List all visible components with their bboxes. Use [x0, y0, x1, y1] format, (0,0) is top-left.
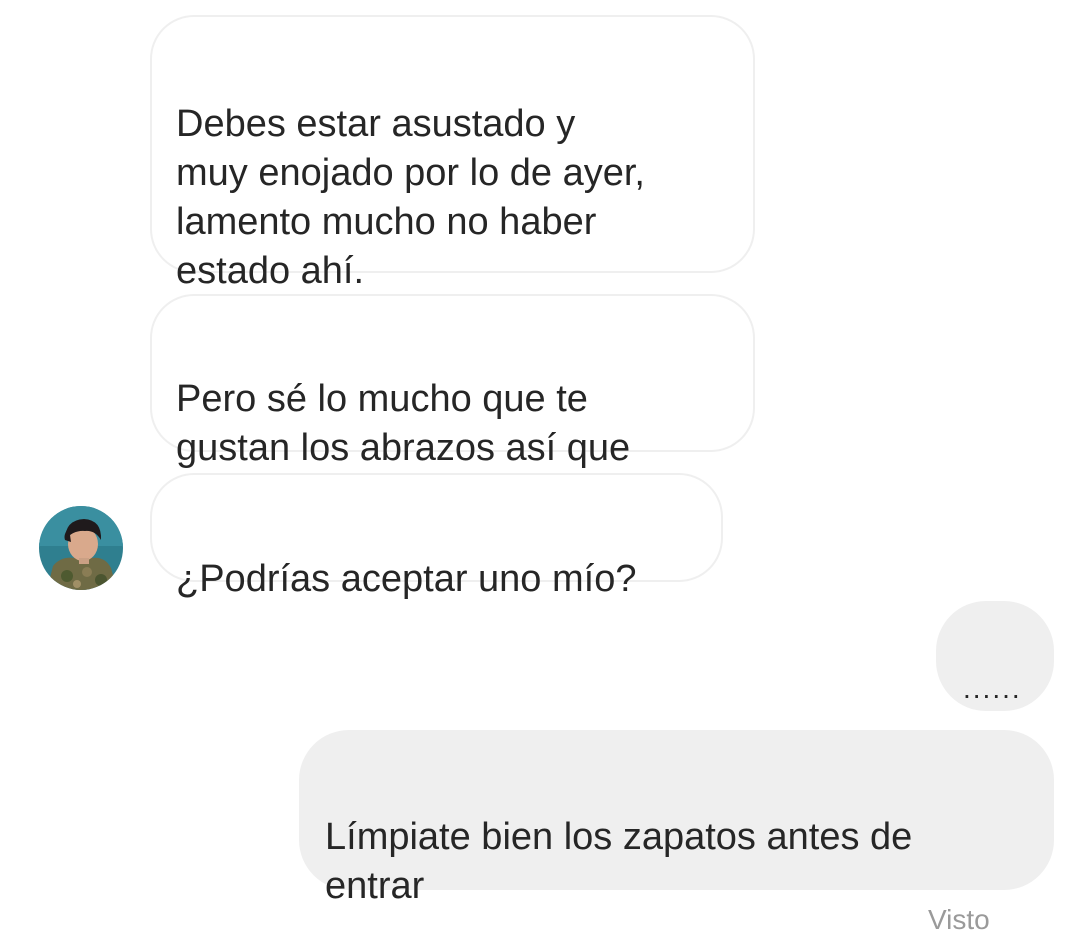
message-bubble-incoming[interactable]: Pero sé lo mucho que te gustan los abraz… — [150, 294, 755, 469]
message-text: ...... — [963, 673, 1022, 704]
avatar-photo — [39, 506, 123, 590]
sender-avatar[interactable] — [39, 506, 123, 590]
message-text: Pero sé lo mucho que te gustan los abraz… — [176, 378, 631, 469]
message-bubble-outgoing[interactable]: Límpiate bien los zapatos antes de entra… — [299, 730, 1054, 907]
message-bubble-outgoing[interactable]: ...... — [936, 601, 1054, 711]
message-bubble-incoming[interactable]: ¿Podrías aceptar uno mío? — [150, 473, 723, 600]
seen-status: Visto — [928, 904, 990, 935]
message-text: Debes estar asustado y muy enojado por l… — [176, 103, 645, 292]
message-text: ¿Podrías aceptar uno mío? — [176, 558, 637, 600]
message-text: Límpiate bien los zapatos antes de entra… — [325, 816, 913, 907]
message-bubble-incoming[interactable]: Debes estar asustado y muy enojado por l… — [150, 15, 755, 292]
